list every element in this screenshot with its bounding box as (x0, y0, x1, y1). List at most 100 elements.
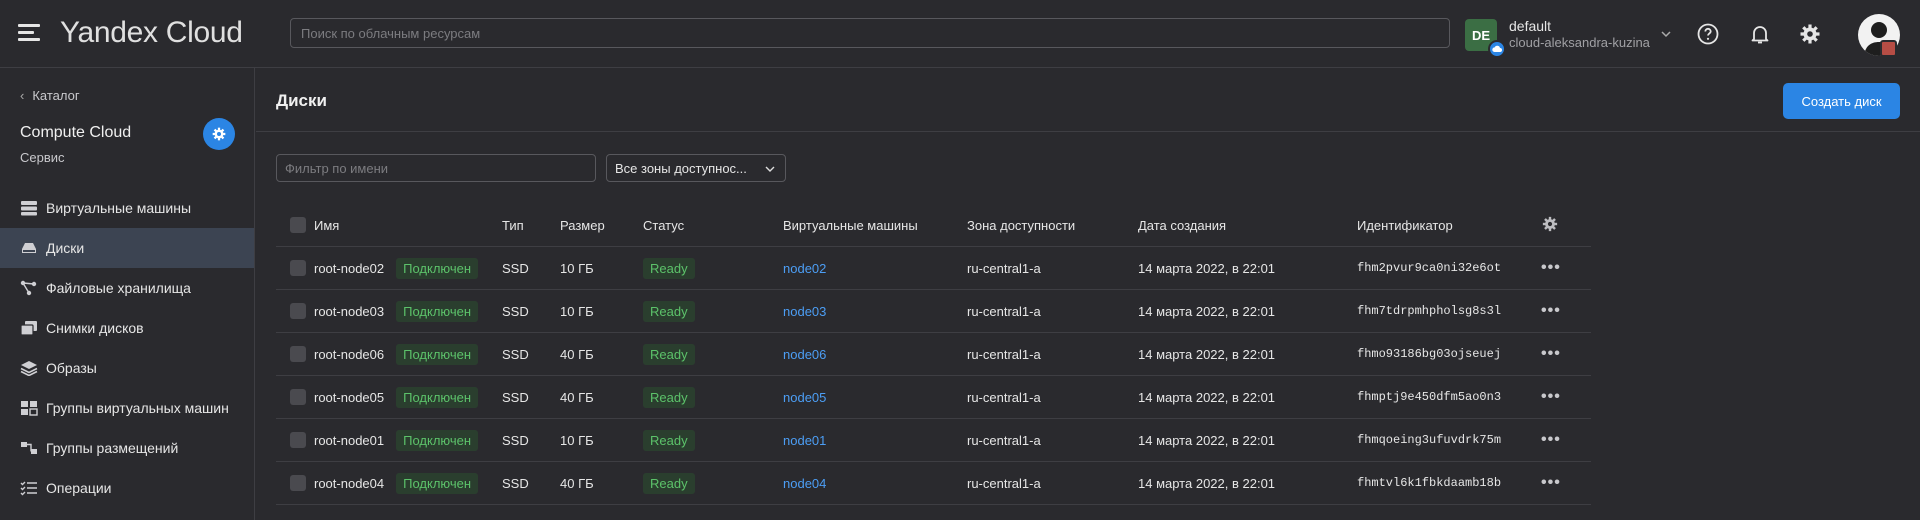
name-filter-input[interactable] (276, 154, 596, 182)
zone-select[interactable]: Все зоны доступнос... (606, 154, 786, 182)
disk-type: SSD (502, 246, 560, 290)
column-header-created[interactable]: Дата создания (1138, 204, 1357, 247)
service-title: Compute Cloud (20, 124, 132, 141)
service-settings-button[interactable] (203, 118, 235, 150)
disk-type: SSD (502, 375, 560, 419)
sidebar-item-label: Группы виртуальных машин (46, 400, 229, 416)
sidebar-item-placement-groups[interactable]: Группы размещений (0, 428, 254, 468)
id-cell: fhmtvl6k1fbkdaamb18b (1357, 461, 1541, 505)
column-header-type[interactable]: Тип (502, 204, 560, 247)
disk-type: SSD (502, 289, 560, 333)
id-cell: fhmqoeing3ufuvdrk75m (1357, 418, 1541, 462)
account-name[interactable]: default (1509, 18, 1551, 34)
status-badge: Ready (643, 343, 695, 365)
menu-icon[interactable] (18, 22, 44, 44)
vm-link[interactable]: node02 (783, 261, 826, 276)
disk-size: 40 ГБ (560, 332, 643, 376)
chevron-down-icon (765, 166, 775, 172)
attached-badge: Подключен (396, 257, 479, 279)
sidebar-item-operations[interactable]: Операции (0, 468, 254, 508)
gear-icon (212, 127, 226, 141)
sidebar-item-disks[interactable]: Диски (0, 228, 254, 268)
main-content: Диски Создать диск Все зоны доступнос...… (256, 68, 1920, 520)
chevron-down-icon[interactable] (1660, 28, 1672, 40)
attached-badge: Подключен (396, 429, 479, 451)
more-actions-icon[interactable]: ••• (1541, 259, 1561, 276)
top-bar: Yandex Cloud DE default cloud-aleksandra… (0, 0, 1920, 68)
created-cell: 14 марта 2022, в 22:01 (1138, 332, 1357, 376)
zone-cell: ru-central1-a (967, 461, 1138, 505)
sidebar-item-vm-groups[interactable]: Группы виртуальных машин (0, 388, 254, 428)
sidebar-item-label: Файловые хранилища (46, 280, 191, 296)
row-checkbox[interactable] (290, 432, 306, 449)
bell-icon[interactable] (1748, 22, 1772, 46)
app-logo[interactable]: Yandex Cloud (60, 16, 243, 50)
search-input[interactable] (290, 18, 1450, 48)
help-icon[interactable] (1696, 22, 1720, 46)
briefcase-icon (1880, 40, 1897, 57)
row-checkbox[interactable] (290, 346, 306, 363)
more-actions-icon[interactable]: ••• (1541, 345, 1561, 362)
table-row[interactable]: root-node05 Подключен SSD 40 ГБ Ready nod… (276, 375, 1591, 419)
created-cell: 14 марта 2022, в 22:01 (1138, 461, 1357, 505)
disk-type: SSD (502, 461, 560, 505)
disk-name[interactable]: root-node01 (314, 433, 384, 448)
row-checkbox[interactable] (290, 303, 306, 320)
more-actions-icon[interactable]: ••• (1541, 431, 1561, 448)
sidebar-item-label: Образы (46, 360, 97, 376)
attached-badge: Подключен (396, 386, 479, 408)
account-cloud-name[interactable]: cloud-aleksandra-kuzina (1509, 35, 1650, 50)
column-header-name[interactable]: Имя (314, 204, 502, 247)
placement-groups-icon (21, 442, 37, 454)
create-disk-button[interactable]: Создать диск (1783, 83, 1900, 119)
sidebar-item-file-storages[interactable]: Файловые хранилища (0, 268, 254, 308)
table-row[interactable]: root-node02 Подключен SSD 10 ГБ Ready nod… (276, 246, 1591, 290)
more-actions-icon[interactable]: ••• (1541, 388, 1561, 405)
status-badge: Ready (643, 386, 695, 408)
row-checkbox[interactable] (290, 260, 306, 277)
page-title: Диски (276, 91, 327, 110)
back-link-label: Каталог (32, 88, 80, 103)
disk-icon (22, 243, 36, 253)
sidebar-item-snapshots[interactable]: Снимки дисков (0, 308, 254, 348)
chevron-left-icon: ‹ (20, 88, 25, 103)
attached-badge: Подключен (396, 300, 479, 322)
column-header-zone[interactable]: Зона доступности (967, 204, 1138, 247)
disk-name[interactable]: root-node02 (314, 261, 384, 276)
vm-link[interactable]: node05 (783, 390, 826, 405)
gear-icon[interactable] (1798, 22, 1822, 46)
select-all-checkbox[interactable] (290, 217, 306, 234)
id-cell: fhmo93186bg03ojseuej (1357, 332, 1541, 376)
table-row[interactable]: root-node04 Подключен SSD 40 ГБ Ready nod… (276, 461, 1591, 505)
vm-link[interactable]: node01 (783, 433, 826, 448)
attached-badge: Подключен (396, 472, 479, 494)
row-checkbox[interactable] (290, 475, 306, 492)
table-row[interactable]: root-node01 Подключен SSD 10 ГБ Ready nod… (276, 418, 1591, 462)
sidebar-item-vms[interactable]: Виртуальные машины (0, 188, 254, 228)
zone-cell: ru-central1-a (967, 289, 1138, 333)
table-header-row: Имя Тип Размер Статус Виртуальные машины… (276, 204, 1591, 247)
disk-name[interactable]: root-node03 (314, 304, 384, 319)
disk-type: SSD (502, 332, 560, 376)
column-header-status[interactable]: Статус (643, 204, 783, 247)
vm-link[interactable]: node04 (783, 476, 826, 491)
more-actions-icon[interactable]: ••• (1541, 302, 1561, 319)
column-header-vms[interactable]: Виртуальные машины (783, 204, 967, 247)
zone-select-value: Все зоны доступнос... (615, 161, 747, 176)
status-badge: Ready (643, 472, 695, 494)
disk-name[interactable]: root-node04 (314, 476, 384, 491)
table-row[interactable]: root-node03 Подключен SSD 10 ГБ Ready nod… (276, 289, 1591, 333)
disk-name[interactable]: root-node06 (314, 347, 384, 362)
sidebar-item-images[interactable]: Образы (0, 348, 254, 388)
vm-link[interactable]: node03 (783, 304, 826, 319)
table-settings-icon[interactable] (1541, 215, 1559, 233)
vm-link[interactable]: node06 (783, 347, 826, 362)
more-actions-icon[interactable]: ••• (1541, 474, 1561, 491)
id-cell: fhm7tdrpmhpholsg8s3l (1357, 289, 1541, 333)
disk-name[interactable]: root-node05 (314, 390, 384, 405)
back-to-catalog-link[interactable]: ‹ Каталог (20, 88, 80, 103)
row-checkbox[interactable] (290, 389, 306, 406)
column-header-id[interactable]: Идентификатор (1357, 204, 1541, 247)
column-header-size[interactable]: Размер (560, 204, 643, 247)
table-row[interactable]: root-node06 Подключен SSD 40 ГБ Ready nod… (276, 332, 1591, 376)
